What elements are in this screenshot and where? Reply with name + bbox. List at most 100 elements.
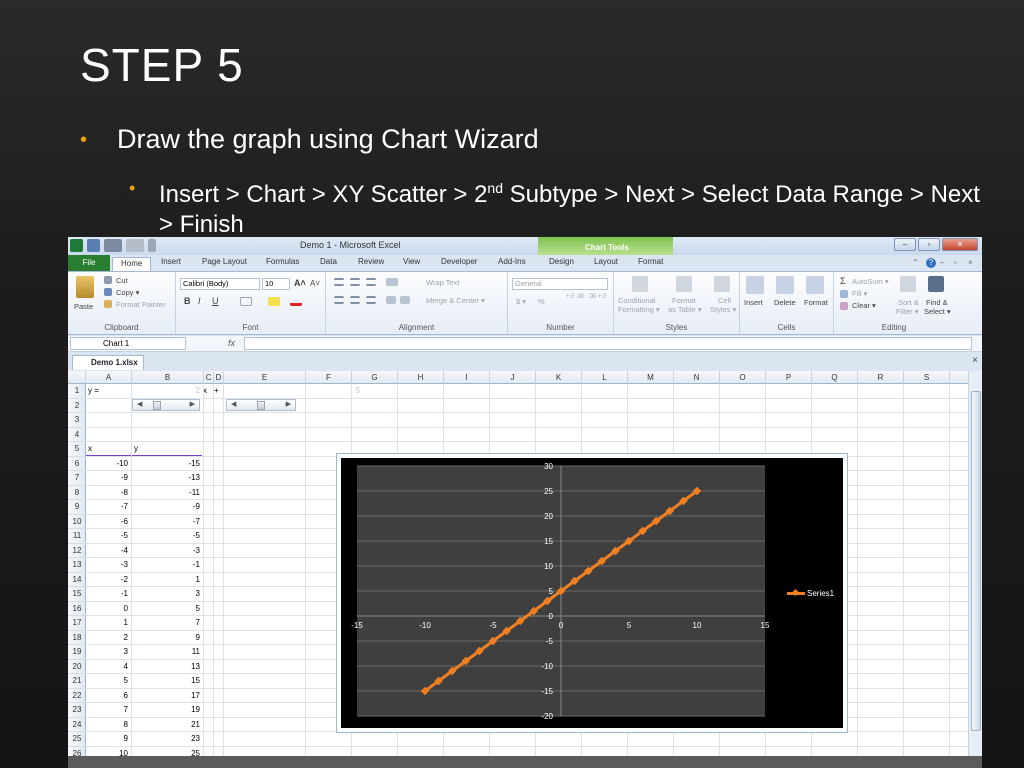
fill-icon[interactable] [840, 290, 848, 298]
undo-icon[interactable] [104, 239, 122, 252]
x-value-cell[interactable]: 1 [86, 616, 128, 630]
row-header-13[interactable]: 13 [68, 558, 86, 573]
x-value-cell[interactable]: 9 [86, 732, 128, 746]
x-value-cell[interactable]: 8 [86, 718, 128, 732]
column-header-r[interactable]: R [858, 371, 904, 384]
insert-cells-icon[interactable] [746, 276, 764, 294]
tab-add-ins[interactable]: Add-Ins [498, 257, 526, 266]
format-cells-button[interactable]: Format [804, 298, 828, 307]
column-header-g[interactable]: G [352, 371, 398, 384]
column-header-d[interactable]: D [214, 371, 224, 384]
row-header-23[interactable]: 23 [68, 703, 86, 718]
y-value-cell[interactable]: 5 [132, 602, 200, 616]
row-header-7[interactable]: 7 [68, 471, 86, 486]
vertical-scroll-thumb[interactable] [971, 391, 981, 731]
column-header-f[interactable]: F [306, 371, 352, 384]
y-value-cell[interactable]: 15 [132, 674, 200, 688]
y-value-cell[interactable]: 21 [132, 718, 200, 732]
copy-icon[interactable] [104, 288, 112, 296]
underline-button[interactable]: U [212, 296, 219, 306]
align-left-icon[interactable] [334, 296, 344, 304]
y-value-cell[interactable]: 19 [132, 703, 200, 717]
x-value-cell[interactable]: -4 [86, 544, 128, 558]
x-value-cell[interactable]: 3 [86, 645, 128, 659]
sort-filter-icon[interactable] [900, 276, 916, 292]
shrink-font-icon[interactable]: A˅ [310, 279, 320, 288]
slider-right-arrow-icon[interactable]: ▶ [286, 400, 291, 410]
y-value-cell[interactable]: -3 [132, 544, 200, 558]
increase-indent-icon[interactable] [400, 296, 410, 304]
y-value-cell[interactable]: 23 [132, 732, 200, 746]
insert-cells-button[interactable]: Insert [744, 298, 763, 307]
cell-b5[interactable]: y [134, 442, 138, 456]
currency-button[interactable]: $ ▾ [516, 297, 526, 306]
x-value-cell[interactable]: -9 [86, 471, 128, 485]
scatter-chart[interactable]: -20 -15 -10 -5 0 5 10 15 20 25 30 -15 -10 -5 0 5 10 15 [341, 458, 843, 728]
align-right-icon[interactable] [366, 296, 376, 304]
x-value-cell[interactable]: -10 [86, 457, 128, 471]
excel-logo-icon[interactable] [70, 239, 83, 252]
name-box[interactable]: Chart 1 [70, 337, 186, 350]
x-value-cell[interactable]: 0 [86, 602, 128, 616]
tab-formulas[interactable]: Formulas [266, 257, 299, 266]
slider-right-arrow-icon[interactable]: ▶ [190, 400, 195, 410]
y-value-cell[interactable]: 13 [132, 660, 200, 674]
y-value-cell[interactable]: 3 [132, 587, 200, 601]
row-header-9[interactable]: 9 [68, 500, 86, 515]
formula-input[interactable] [244, 337, 972, 350]
tab-design[interactable]: Design [549, 257, 574, 266]
clear-button[interactable]: Clear ▾ [852, 301, 876, 310]
align-center-icon[interactable] [350, 296, 360, 304]
top-align-icon[interactable] [334, 278, 344, 286]
number-format-select[interactable]: General [512, 278, 608, 290]
x-value-cell[interactable]: 5 [86, 674, 128, 688]
x-value-cell[interactable]: -2 [86, 573, 128, 587]
cell-a5[interactable]: x [88, 442, 92, 456]
borders-icon[interactable] [240, 297, 252, 306]
chart-area[interactable]: -20 -15 -10 -5 0 5 10 15 20 25 30 -15 -10 -5 0 5 10 15 Se… [341, 458, 843, 728]
conditional-formatting-icon[interactable] [632, 276, 648, 292]
cell-a1[interactable]: y = [88, 384, 99, 398]
sort-filter-button[interactable]: Sort & [898, 298, 919, 307]
close-button[interactable]: ✕ [942, 238, 978, 251]
slider-thumb[interactable] [153, 401, 161, 410]
font-size-select[interactable]: 10 [262, 278, 290, 290]
font-name-select[interactable]: Calibri (Body) [180, 278, 260, 290]
column-header-o[interactable]: O [720, 371, 766, 384]
x-value-cell[interactable]: 2 [86, 631, 128, 645]
row-header-4[interactable]: 4 [68, 428, 86, 442]
percent-button[interactable]: % [538, 297, 545, 306]
format-cells-icon[interactable] [806, 276, 824, 294]
cell-e1[interactable]: 5 [226, 384, 360, 398]
row-header-14[interactable]: 14 [68, 573, 86, 587]
slider-left-arrow-icon[interactable]: ◀ [137, 400, 142, 410]
tab-insert[interactable]: Insert [161, 257, 181, 266]
vertical-scrollbar[interactable] [968, 371, 982, 768]
cell-b1[interactable]: 2 [132, 384, 200, 398]
e-value-slider[interactable]: ◀ ▶ [226, 399, 296, 411]
row-header-1[interactable]: 1 [68, 384, 86, 399]
paste-icon[interactable] [76, 276, 94, 298]
x-value-cell[interactable]: -7 [86, 500, 128, 514]
row-header-17[interactable]: 17 [68, 616, 86, 631]
cell-styles-button[interactable]: Cell [718, 296, 731, 305]
tab-home[interactable]: Home [112, 257, 152, 271]
row-header-12[interactable]: 12 [68, 544, 86, 558]
cell-d1[interactable]: + [214, 384, 219, 398]
y-value-cell[interactable]: 9 [132, 631, 200, 645]
autosum-button[interactable]: AutoSum ▾ [852, 277, 889, 286]
bottom-align-icon[interactable] [366, 278, 376, 286]
column-header-i[interactable]: I [444, 371, 490, 384]
doc-restore-icon[interactable]: ▫ [954, 258, 964, 268]
binoculars-icon[interactable] [928, 276, 944, 292]
column-header-c[interactable]: C [204, 371, 214, 384]
column-header-s[interactable]: S [904, 371, 950, 384]
slider-left-arrow-icon[interactable]: ◀ [231, 400, 236, 410]
delete-cells-button[interactable]: Delete [774, 298, 796, 307]
tab-page-layout[interactable]: Page Layout [202, 257, 247, 266]
y-value-cell[interactable]: 7 [132, 616, 200, 630]
chart-legend[interactable]: Series1 [787, 589, 834, 598]
column-header-e[interactable]: E [224, 371, 306, 384]
conditional-formatting-button[interactable]: Conditional [618, 296, 656, 305]
b-value-slider[interactable]: ◀ ▶ [132, 399, 200, 411]
